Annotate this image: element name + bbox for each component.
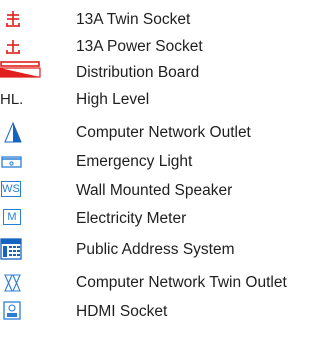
legend-row-hdmi-socket: HDMI Socket	[0, 301, 327, 325]
legend-label: 13A Power Socket	[76, 38, 203, 55]
legend-row-twin-socket: 13A Twin Socket	[0, 9, 327, 33]
wall-speaker-icon: WS	[1, 181, 21, 197]
legend-label: Wall Mounted Speaker	[76, 182, 233, 199]
twin-socket-icon	[6, 11, 20, 27]
wall-speaker-symbol-text: WS	[2, 183, 20, 195]
network-twin-outlet-icon	[4, 274, 21, 292]
emergency-light-icon	[1, 156, 22, 168]
legend-label: Distribution Board	[76, 64, 200, 81]
legend-row-power-socket: 13A Power Socket	[0, 36, 327, 60]
legend-row-network-outlet: Computer Network Outlet	[0, 122, 327, 146]
legend-label: Electricity Meter	[76, 210, 187, 227]
legend-label: 13A Twin Socket	[76, 11, 191, 28]
legend-row-distribution-board: Distribution Board	[0, 61, 327, 86]
hdmi-socket-icon	[3, 301, 21, 320]
electricity-meter-icon: M	[3, 209, 21, 225]
power-socket-icon	[6, 40, 20, 54]
legend-label: Public Address System	[76, 241, 235, 258]
distribution-board-icon	[0, 61, 41, 78]
high-level-symbol: HL.	[0, 91, 24, 108]
legend-label: Computer Network Twin Outlet	[76, 274, 287, 291]
legend-row-electricity-meter: M Electricity Meter	[0, 208, 327, 232]
legend-label: HDMI Socket	[76, 303, 168, 320]
legend-label: Computer Network Outlet	[76, 124, 251, 141]
legend-row-network-twin-outlet: Computer Network Twin Outlet	[0, 272, 327, 296]
legend-row-emergency-light: Emergency Light	[0, 151, 327, 175]
legend-row-public-address: Public Address System	[0, 235, 327, 260]
network-outlet-icon	[4, 122, 22, 143]
public-address-icon	[0, 238, 22, 260]
symbol-legend: 13A Twin Socket 13A Power Socket Distrib…	[0, 0, 327, 355]
legend-label: Emergency Light	[76, 153, 193, 170]
legend-label: High Level	[76, 91, 150, 108]
legend-row-high-level: HL. High Level	[0, 89, 327, 113]
electricity-meter-symbol-text: M	[7, 211, 17, 223]
legend-row-wall-speaker: WS Wall Mounted Speaker	[0, 180, 327, 204]
